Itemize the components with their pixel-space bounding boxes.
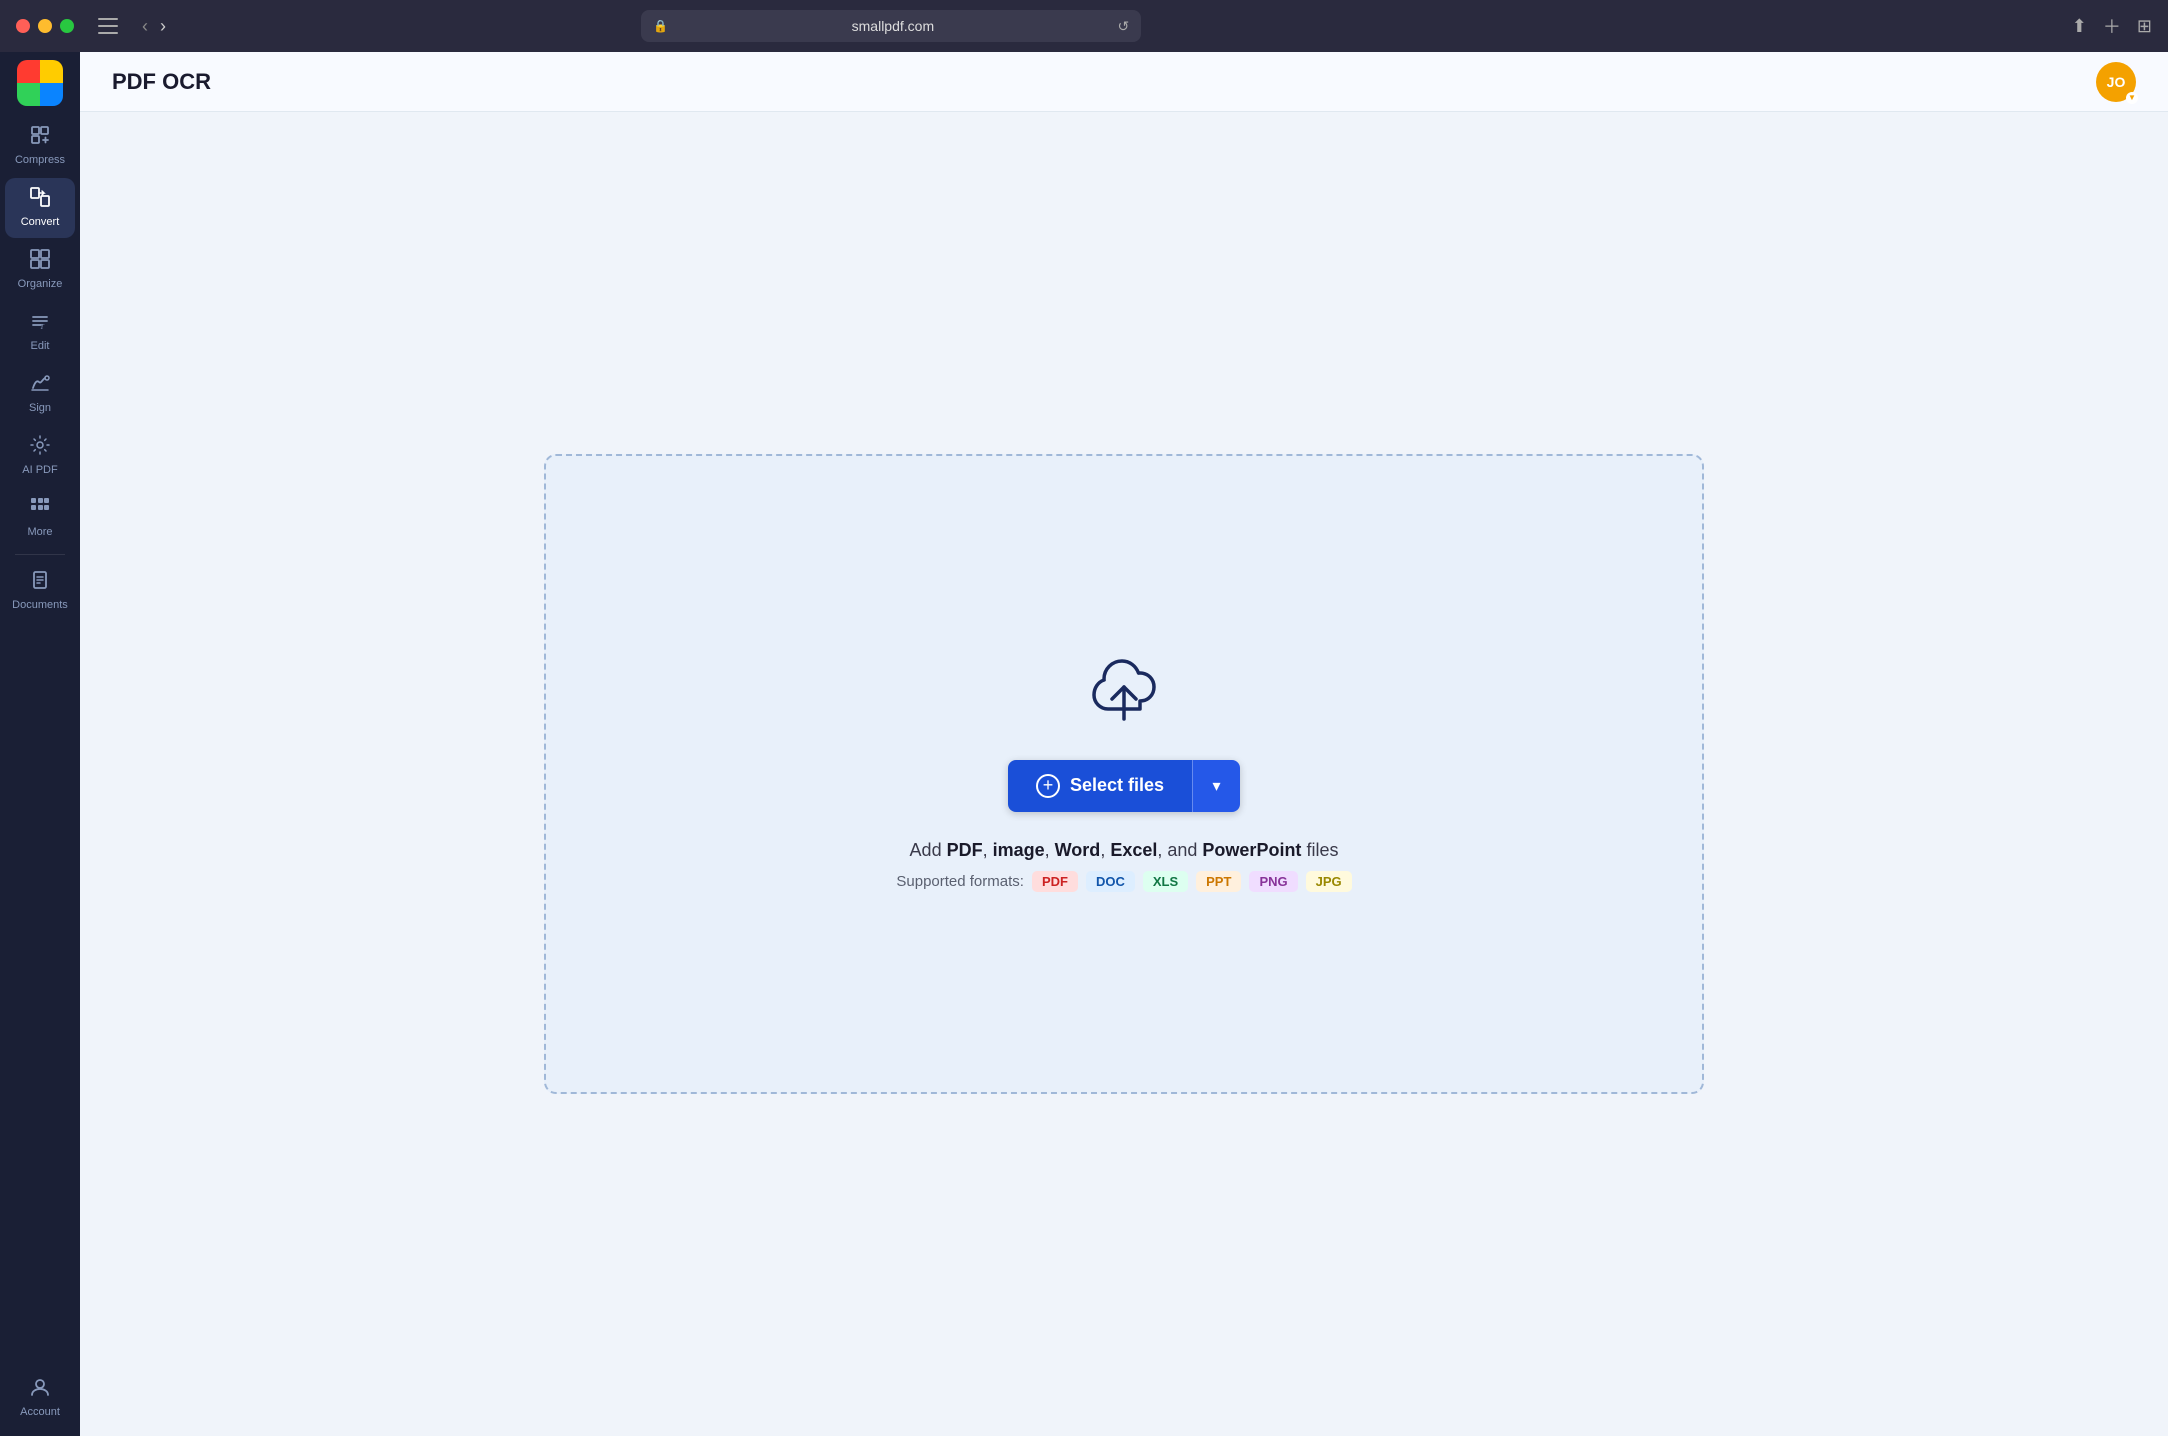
new-tab-button[interactable]: ＋ bbox=[2103, 13, 2121, 39]
format-badge-xls: XLS bbox=[1143, 871, 1188, 892]
select-files-label: Select files bbox=[1070, 775, 1164, 796]
svg-text:T: T bbox=[40, 323, 45, 331]
drop-zone[interactable]: + Select files ▾ Add PDF, image, Word, E… bbox=[544, 454, 1704, 1094]
maximize-button[interactable] bbox=[60, 19, 74, 33]
file-info-main: Add PDF, image, Word, Excel, and PowerPo… bbox=[896, 840, 1351, 861]
traffic-lights bbox=[16, 19, 74, 33]
page-title: PDF OCR bbox=[112, 69, 211, 95]
close-button[interactable] bbox=[16, 19, 30, 33]
account-label: Account bbox=[20, 1406, 60, 1419]
lock-icon: 🔒 bbox=[653, 19, 668, 33]
supported-formats-label: Supported formats: bbox=[896, 873, 1024, 890]
sidebar-divider bbox=[15, 554, 65, 555]
sidebar-item-sign[interactable]: Sign bbox=[5, 364, 75, 424]
upload-icon-container bbox=[1084, 657, 1164, 732]
sidebar-item-account[interactable]: Account bbox=[5, 1368, 75, 1428]
ai-pdf-label: AI PDF bbox=[22, 464, 57, 477]
format-badge-pdf: PDF bbox=[1032, 871, 1078, 892]
forward-button[interactable]: › bbox=[156, 14, 170, 39]
url-text: smallpdf.com bbox=[676, 18, 1109, 34]
sidebar-item-ai-pdf[interactable]: AI PDF bbox=[5, 426, 75, 486]
format-badge-ppt: PPT bbox=[1196, 871, 1241, 892]
compress-label: Compress bbox=[15, 154, 65, 167]
main-content: PDF OCR JO + Select files bbox=[80, 52, 2168, 1436]
minimize-button[interactable] bbox=[38, 19, 52, 33]
documents-label: Documents bbox=[12, 599, 68, 612]
tabs-button[interactable]: ⊞ bbox=[2137, 16, 2152, 37]
title-bar-actions: ⬆ ＋ ⊞ bbox=[2072, 13, 2152, 39]
share-button[interactable]: ⬆ bbox=[2072, 16, 2087, 37]
title-bar: ‹ › 🔒 smallpdf.com ↺ ⬆ ＋ ⊞ bbox=[0, 0, 2168, 52]
sign-icon bbox=[29, 372, 51, 398]
sidebar-item-organize[interactable]: Organize bbox=[5, 240, 75, 300]
account-icon bbox=[29, 1376, 51, 1402]
sidebar-toggle-button[interactable] bbox=[98, 18, 118, 34]
format-badge-png: PNG bbox=[1249, 871, 1297, 892]
app-logo[interactable] bbox=[17, 60, 63, 106]
content-area: + Select files ▾ Add PDF, image, Word, E… bbox=[80, 112, 2168, 1436]
nav-arrows: ‹ › bbox=[138, 14, 170, 39]
reload-button[interactable]: ↺ bbox=[1118, 18, 1130, 35]
compress-icon bbox=[29, 124, 51, 150]
select-files-dropdown-button[interactable]: ▾ bbox=[1192, 760, 1240, 812]
format-badge-jpg: JPG bbox=[1306, 871, 1352, 892]
sidebar-item-convert[interactable]: Convert bbox=[5, 178, 75, 238]
convert-icon bbox=[29, 186, 51, 212]
convert-label: Convert bbox=[21, 216, 60, 229]
dropdown-arrow-icon: ▾ bbox=[1213, 776, 1221, 796]
app-container: Compress Convert Organize bbox=[0, 52, 2168, 1436]
select-files-button-group: + Select files ▾ bbox=[1008, 760, 1240, 812]
formats-row: Supported formats: PDF DOC XLS PPT PNG J… bbox=[896, 871, 1351, 892]
sidebar-item-compress[interactable]: Compress bbox=[5, 116, 75, 176]
sidebar-item-documents[interactable]: Documents bbox=[5, 561, 75, 621]
back-button[interactable]: ‹ bbox=[138, 14, 152, 39]
address-bar[interactable]: 🔒 smallpdf.com ↺ bbox=[641, 10, 1141, 42]
sidebar-item-edit[interactable]: T Edit bbox=[5, 302, 75, 362]
ai-pdf-icon bbox=[29, 434, 51, 460]
sidebar: Compress Convert Organize bbox=[0, 52, 80, 1436]
file-info: Add PDF, image, Word, Excel, and PowerPo… bbox=[896, 840, 1351, 892]
documents-icon bbox=[29, 569, 51, 595]
more-label: More bbox=[27, 526, 52, 539]
user-avatar[interactable]: JO bbox=[2096, 62, 2136, 102]
more-icon bbox=[29, 496, 51, 522]
page-header: PDF OCR JO bbox=[80, 52, 2168, 112]
plus-icon: + bbox=[1036, 774, 1060, 798]
format-badge-doc: DOC bbox=[1086, 871, 1135, 892]
cloud-upload-icon bbox=[1084, 657, 1164, 727]
organize-icon bbox=[29, 248, 51, 274]
sign-label: Sign bbox=[29, 402, 51, 415]
select-files-button[interactable]: + Select files bbox=[1008, 760, 1192, 812]
edit-label: Edit bbox=[31, 340, 50, 353]
edit-icon: T bbox=[29, 310, 51, 336]
sidebar-item-more[interactable]: More bbox=[5, 488, 75, 548]
organize-label: Organize bbox=[18, 278, 63, 291]
